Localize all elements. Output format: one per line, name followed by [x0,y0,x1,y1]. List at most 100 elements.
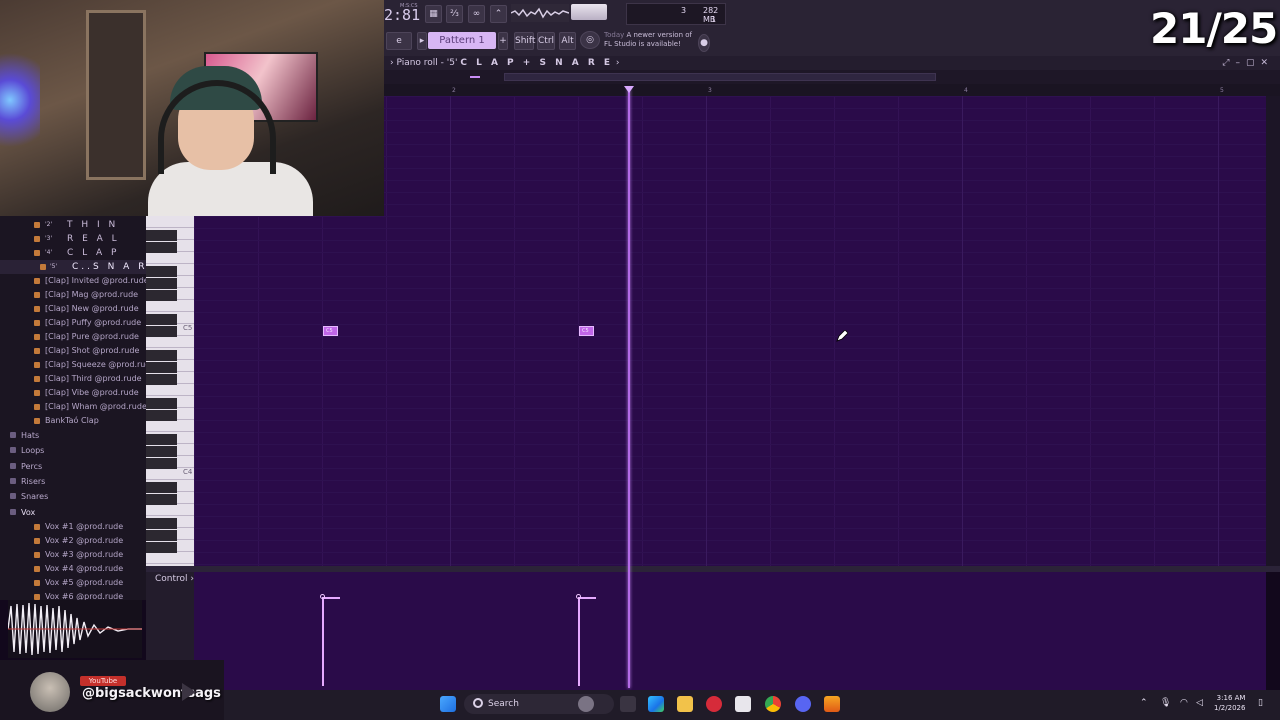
clap-file-item[interactable]: [Clap] Mag @prod.rude [0,288,146,302]
velocity-handle[interactable] [576,594,581,599]
velocity-bar[interactable] [578,598,580,686]
folder-item[interactable]: Snares [0,489,146,504]
black-key[interactable] [146,266,177,277]
white-key[interactable] [146,504,194,516]
black-key[interactable] [146,530,177,541]
piano-roll-titlebar[interactable]: › Piano roll - '5' C L A P + S N A R E ›… [384,56,1280,70]
white-key[interactable] [146,420,194,432]
pattern-prev-icon[interactable]: ▸ [417,32,427,50]
pattern-item[interactable]: '5' C..S N A R E [0,260,146,274]
clap-file-item[interactable]: [Clap] Wham @prod.rude [0,400,146,414]
note-c5[interactable]: C5 [323,326,338,336]
black-key[interactable] [146,458,177,469]
opera-icon[interactable] [706,696,722,712]
add-pattern-icon[interactable]: + [498,32,508,50]
wifi-icon[interactable]: ◠ [1180,698,1188,708]
white-key[interactable] [146,552,194,564]
microphone-icon[interactable]: 🎙 [1160,698,1171,708]
white-key[interactable] [146,216,194,228]
update-notice[interactable]: Today A newer version of FL Studio is av… [604,31,692,49]
prev-icon[interactable]: e [386,32,412,50]
velocity-lane[interactable] [194,572,1266,690]
black-key[interactable] [146,374,177,385]
start-icon[interactable] [440,696,456,712]
vox-file-item[interactable]: Vox #3 @prod.rude [0,548,146,562]
file-explorer-icon[interactable] [677,696,693,712]
white-key[interactable] [146,336,194,348]
title-dropdown-icon[interactable]: › [616,58,620,68]
velocity-bar[interactable] [322,598,324,686]
vox-file-item[interactable]: Vox #1 @prod.rude [0,520,146,534]
white-key[interactable] [146,252,194,264]
white-key[interactable] [146,300,194,312]
playhead-marker[interactable] [624,86,634,93]
pattern-selector[interactable]: Pattern 1 [428,32,496,49]
velocity-handle[interactable] [320,594,325,599]
taskbar-clock[interactable]: 3:16 AM 1/2/2026 [1214,693,1245,713]
online-icon[interactable]: ● [698,34,710,52]
piano-keyboard[interactable] [146,216,194,566]
vox-file-item[interactable]: Vox #6 @prod.rude [0,590,146,600]
folder-item[interactable]: Vox [0,505,146,520]
shift-button[interactable]: Shift [514,32,535,50]
folder-item[interactable]: Hats [0,428,146,443]
black-key[interactable] [146,350,177,361]
black-key[interactable] [146,446,177,457]
edge-icon[interactable] [648,696,664,712]
black-key[interactable] [146,398,177,409]
speaker-icon[interactable]: ◁ [1196,698,1203,708]
folder-item[interactable]: Loops [0,443,146,458]
vox-file-item[interactable]: Vox #2 @prod.rude [0,534,146,548]
time-ruler[interactable]: 2 3 4 5 [384,84,1280,96]
alt-button[interactable]: Alt [559,32,576,50]
vox-file-item[interactable]: Vox #5 @prod.rude [0,576,146,590]
horizontal-scrollbar[interactable] [504,73,936,81]
clap-file-item[interactable]: [Clap] Squeeze @prod.rude [0,358,146,372]
black-key[interactable] [146,278,177,289]
black-key[interactable] [146,482,177,493]
store-icon[interactable] [735,696,751,712]
fl-studio-icon[interactable] [824,696,840,712]
pattern-item[interactable]: '4' C L A P [0,246,146,260]
tray-chevron-icon[interactable]: ⌃ [1140,698,1148,708]
black-key[interactable] [146,230,177,241]
black-key[interactable] [146,434,177,445]
clap-file-item[interactable]: BankTaó Clap [0,414,146,428]
master-volume-slider[interactable] [571,4,607,20]
clap-file-item[interactable]: [Clap] New @prod.rude [0,302,146,316]
control-selector[interactable]: Control › [155,574,194,584]
folder-item[interactable]: Risers [0,474,146,489]
black-key[interactable] [146,542,177,553]
copilot-icon[interactable] [578,696,594,712]
task-view-icon[interactable] [620,696,636,712]
clap-file-item[interactable]: [Clap] Shot @prod.rude [0,344,146,358]
vertical-scrollbar[interactable] [1266,96,1280,566]
white-key[interactable] [146,384,194,396]
clap-file-item[interactable]: [Clap] Third @prod.rude [0,372,146,386]
black-key[interactable] [146,242,177,253]
metronome-icon[interactable]: ⌃ [490,5,507,23]
ctrl-button[interactable]: Ctrl [537,32,555,50]
loop-record-icon[interactable]: ∞ [468,5,485,23]
clap-file-item[interactable]: [Clap] Puffy @prod.rude [0,316,146,330]
black-key[interactable] [146,290,177,301]
notification-icon[interactable]: ▯ [1258,698,1263,708]
vox-file-item[interactable]: Vox #4 @prod.rude [0,562,146,576]
folder-item[interactable]: Percs [0,459,146,474]
note-c5[interactable]: C5 [579,326,594,336]
clap-file-item[interactable]: [Clap] Pure @prod.rude [0,330,146,344]
pattern-item[interactable]: '3' R E A L [0,232,146,246]
black-key[interactable] [146,362,177,373]
black-key[interactable] [146,518,177,529]
typing-keyboard-icon[interactable]: ▦ [425,5,442,23]
window-controls[interactable]: ⤢–▢✕ [1222,56,1274,70]
clap-file-item[interactable]: [Clap] Invited @prod.rude [0,274,146,288]
clap-file-item[interactable]: [Clap] Vibe @prod.rude [0,386,146,400]
black-key[interactable] [146,314,177,325]
black-key[interactable] [146,326,177,337]
update-globe-icon[interactable]: ◎ [580,31,600,49]
chrome-icon[interactable] [765,696,781,712]
black-key[interactable] [146,494,177,505]
discord-icon[interactable] [795,696,811,712]
pattern-item[interactable]: '2' T H I N [0,218,146,232]
